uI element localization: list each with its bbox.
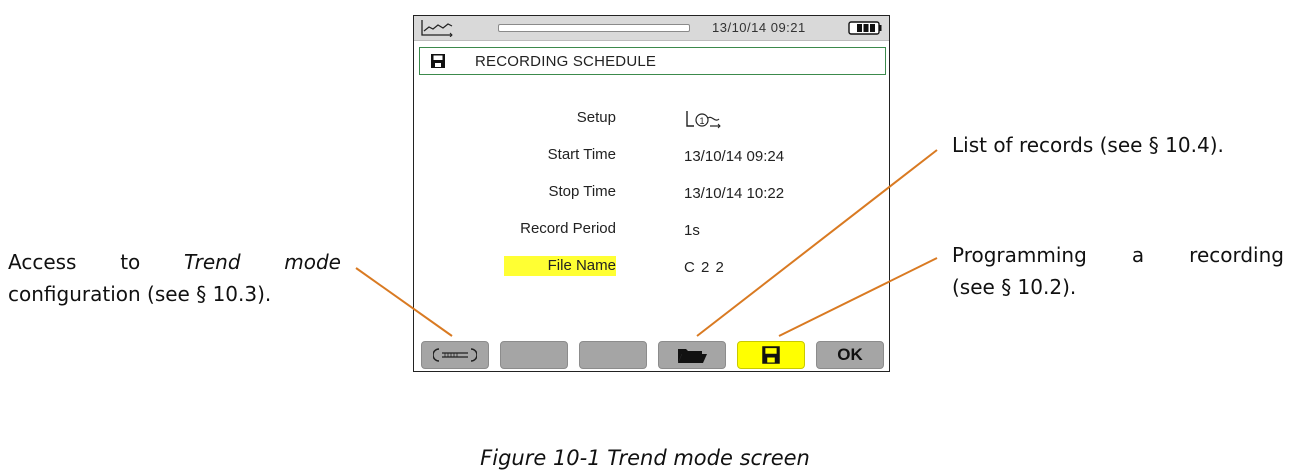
callout-line-programming [778, 257, 938, 337]
callout-word: Trend [183, 250, 241, 274]
callout-programming: Programming a recording (see § 10.2). [952, 239, 1284, 303]
callout-word: a [1131, 243, 1145, 267]
callout-word: to [120, 250, 141, 274]
callout-word: mode [284, 250, 341, 274]
callout-line: configuration (see § 10.3). [8, 282, 272, 306]
callout-line: (see § 10.2). [952, 275, 1077, 299]
callout-trend-config: Access to Trend mode configuration (see … [8, 246, 341, 310]
callout-line-list-records [696, 149, 938, 337]
callout-lines [355, 149, 938, 337]
figure-caption: Figure 10-1 Trend mode screen [480, 446, 810, 470]
callout-word: recording [1189, 243, 1284, 267]
callout-word: Access [8, 250, 77, 274]
callout-word: Programming [952, 243, 1087, 267]
callout-line-trend-config [355, 267, 453, 337]
callout-list-of-records: List of records (see § 10.4). [952, 133, 1224, 157]
